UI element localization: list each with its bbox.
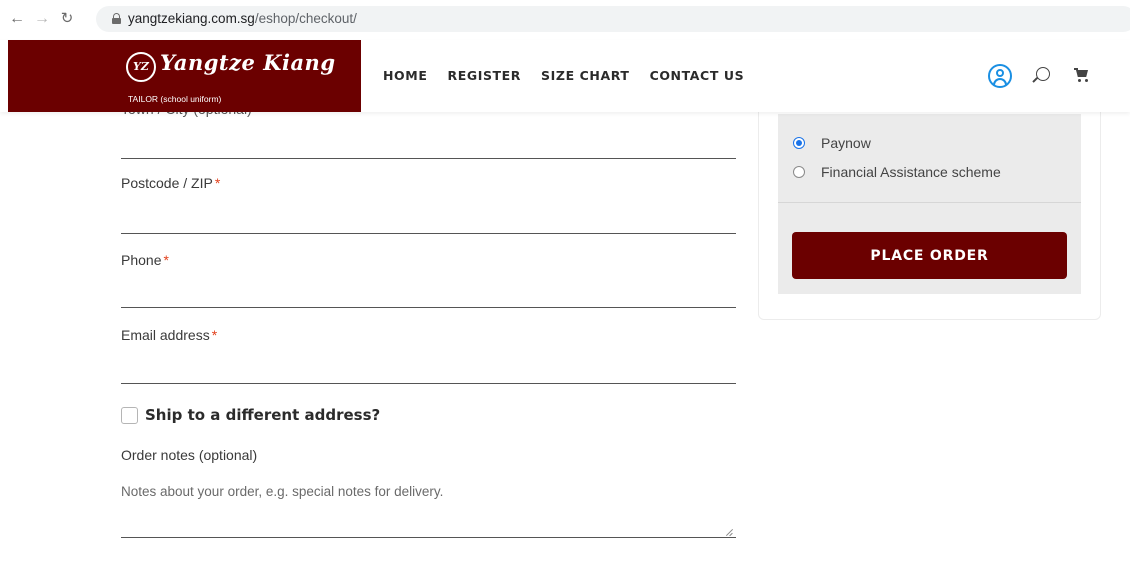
required-marker: * bbox=[163, 252, 169, 268]
required-marker: * bbox=[214, 175, 221, 191]
ship-different-label[interactable]: Ship to a different address? bbox=[145, 406, 380, 424]
lock-icon bbox=[112, 13, 121, 24]
main-nav: HOME REGISTER SIZE CHART CONTACT US bbox=[383, 68, 764, 83]
logo-emblem: YZ bbox=[126, 52, 156, 82]
paynow-label[interactable]: Paynow bbox=[821, 135, 871, 151]
nav-contact-us[interactable]: CONTACT US bbox=[650, 68, 745, 83]
order-notes-label: Order notes (optional) bbox=[121, 447, 258, 463]
email-label: Email address * bbox=[121, 327, 218, 343]
address-bar[interactable]: yangtzekiang.com.sg/eshop/checkout/ bbox=[96, 6, 1130, 32]
header-icons bbox=[988, 62, 1098, 90]
site-logo[interactable]: YZ Yangtze Kiang TAILOR (school uniform) bbox=[8, 40, 361, 112]
forward-arrow-icon[interactable]: → bbox=[33, 10, 51, 28]
logo-subtitle: TAILOR (school uniform) bbox=[128, 94, 222, 104]
url-text: yangtzekiang.com.sg/eshop/checkout/ bbox=[128, 11, 357, 26]
place-order-button[interactable]: PLACE ORDER bbox=[792, 232, 1067, 279]
postcode-label: Postcode / ZIP * bbox=[121, 175, 221, 191]
town-underline bbox=[121, 158, 736, 159]
town-input[interactable] bbox=[121, 128, 736, 156]
phone-label: Phone * bbox=[121, 252, 169, 268]
phone-underline bbox=[121, 307, 736, 308]
nav-home[interactable]: HOME bbox=[383, 68, 427, 83]
financial-assistance-label[interactable]: Financial Assistance scheme bbox=[821, 164, 1001, 180]
paynow-radio[interactable] bbox=[793, 137, 805, 149]
cart-icon[interactable] bbox=[1074, 68, 1090, 82]
resize-grip-icon[interactable] bbox=[725, 528, 733, 536]
logo-name: Yangtze Kiang bbox=[160, 50, 336, 75]
url-domain: yangtzekiang.com.sg bbox=[128, 11, 255, 26]
order-notes-textarea[interactable] bbox=[121, 484, 736, 538]
site-header: YZ Yangtze Kiang TAILOR (school uniform)… bbox=[0, 40, 1130, 112]
browser-toolbar: ← → ↻ yangtzekiang.com.sg/eshop/checkout… bbox=[0, 0, 1130, 40]
phone-input[interactable] bbox=[121, 278, 736, 306]
email-underline bbox=[121, 383, 736, 384]
postcode-input[interactable] bbox=[121, 204, 736, 232]
account-icon[interactable] bbox=[988, 64, 1012, 88]
reload-icon[interactable]: ↻ bbox=[58, 10, 76, 28]
postcode-underline bbox=[121, 233, 736, 234]
nav-size-chart[interactable]: SIZE CHART bbox=[541, 68, 630, 83]
back-arrow-icon[interactable]: ← bbox=[8, 10, 26, 28]
financial-assistance-radio[interactable] bbox=[793, 166, 805, 178]
ship-different-checkbox[interactable] bbox=[121, 407, 138, 424]
payment-divider bbox=[778, 202, 1081, 203]
url-path: /eshop/checkout/ bbox=[254, 11, 357, 26]
email-input[interactable] bbox=[121, 354, 736, 382]
search-icon[interactable] bbox=[1036, 67, 1050, 81]
required-marker: * bbox=[211, 327, 218, 343]
nav-register[interactable]: REGISTER bbox=[447, 68, 521, 83]
